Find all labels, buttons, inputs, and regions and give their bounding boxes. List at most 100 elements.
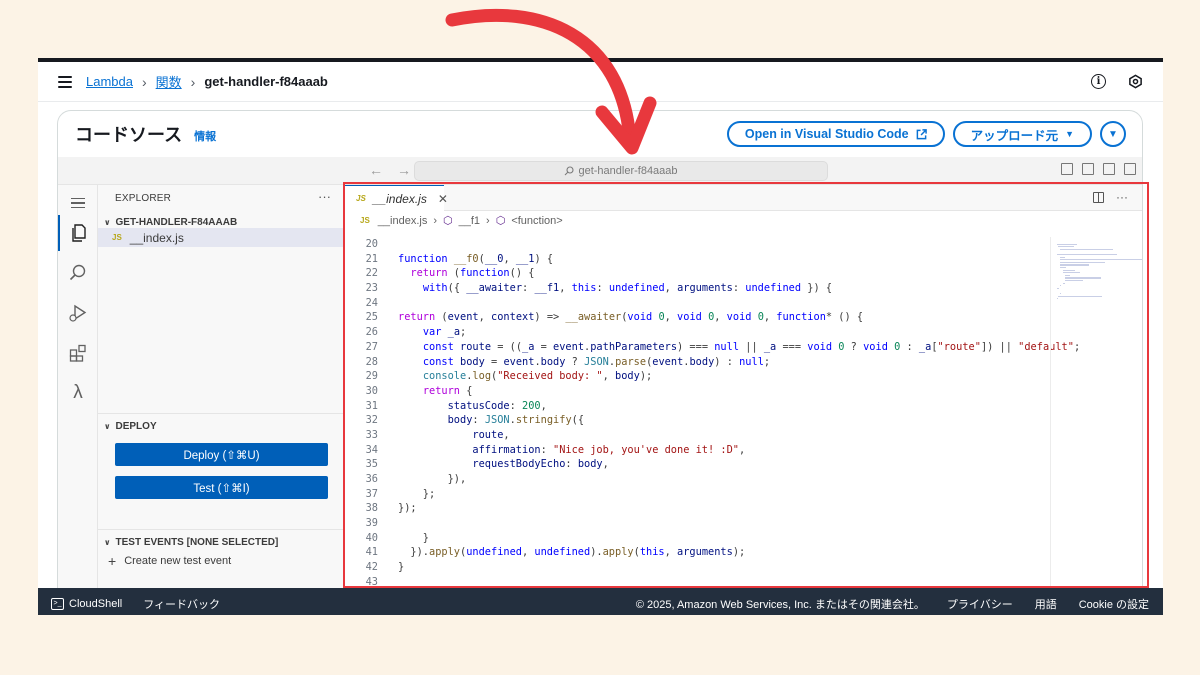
forward-arrow-icon[interactable]: → <box>397 162 411 178</box>
breadcrumb-functions[interactable]: 関数 <box>156 72 182 91</box>
file-item[interactable]: JS __index.js <box>98 228 343 247</box>
minimap-line <box>1058 295 1102 297</box>
chevron-down-icon: ∨ <box>104 422 111 431</box>
more-icon[interactable]: ··· <box>318 189 331 204</box>
minimap[interactable] <box>1050 237 1142 615</box>
back-arrow-icon[interactable]: ← <box>369 162 383 178</box>
breadcrumb-lambda[interactable]: Lambda <box>86 74 133 89</box>
minimap-line <box>1059 259 1142 261</box>
open-vscode-button[interactable]: Open in Visual Studio Code <box>726 121 945 147</box>
code-line[interactable]: 22 return (function() { <box>344 266 1050 281</box>
chevron-down-icon: ∨ <box>104 218 111 227</box>
terms-link[interactable]: 用語 <box>1035 596 1057 612</box>
command-center[interactable]: get-handler-f84aaab <box>414 161 828 181</box>
search-icon[interactable] <box>58 255 98 291</box>
code-line[interactable]: 39 <box>344 516 1050 531</box>
code-line[interactable]: 26 var _a; <box>344 325 1050 340</box>
minimap-line <box>1059 264 1090 266</box>
feedback-link[interactable]: フィードバック <box>143 596 220 612</box>
create-test-event[interactable]: + Create new test event <box>108 553 231 569</box>
search-icon <box>565 166 575 176</box>
code-line[interactable]: 23 with({ __awaiter: __f1, this: undefin… <box>344 281 1050 296</box>
more-actions-button[interactable]: ▼ <box>1100 121 1126 147</box>
open-vscode-label: Open in Visual Studio Code <box>744 127 909 141</box>
test-events-section[interactable]: ∨ TEST EVENTS [NONE SELECTED] <box>104 537 278 548</box>
code-line[interactable]: 20 <box>344 237 1050 252</box>
explorer-icon[interactable] <box>58 215 98 251</box>
line-number: 23 <box>365 282 378 295</box>
cloudshell-link[interactable]: CloudShell <box>69 598 122 610</box>
create-test-event-label: Create new test event <box>124 555 232 567</box>
code-line[interactable]: 32 body: JSON.stringify({ <box>344 413 1050 428</box>
line-number: 26 <box>365 326 378 339</box>
folder-name: GET-HANDLER-F84AAAB <box>115 217 238 228</box>
toggle-panel-icon[interactable] <box>1082 163 1094 175</box>
code-line[interactable]: 34 affirmation: "Nice job, you've done i… <box>344 443 1050 458</box>
code-line[interactable]: 41 }).apply(undefined, undefined).apply(… <box>344 545 1050 560</box>
code-line[interactable]: 28 const body = event.body ? JSON.parse(… <box>344 355 1050 370</box>
code-line[interactable]: 24 <box>344 296 1050 311</box>
minimap-line <box>1059 261 1105 263</box>
lambda-icon[interactable]: λ <box>58 375 98 411</box>
code-line[interactable]: 27 const route = ((_a = event.pathParame… <box>344 340 1081 355</box>
footer: >_ CloudShell フィードバック © 2025, Amazon Web… <box>38 588 1163 615</box>
top-nav: Lambda › 関数 › get-handler-f84aaab i <box>38 62 1163 102</box>
code-line[interactable]: 40 } <box>344 531 1050 546</box>
split-editor-icon[interactable] <box>1093 191 1104 203</box>
more-icon[interactable]: ··· <box>1116 190 1128 204</box>
code-line[interactable]: 25 return (event, context) => __awaiter(v… <box>344 310 1050 325</box>
code-line[interactable]: 21 function __f0(__0, __1) { <box>344 252 1050 267</box>
toggle-primary-sidebar-icon[interactable] <box>1061 163 1073 175</box>
code-line[interactable]: 35 requestBodyEcho: body, <box>344 457 1050 472</box>
code-area[interactable]: 20 21 function __f0(__0, __1) {22 return (… <box>344 237 1081 590</box>
info-link[interactable]: 情報 <box>194 128 216 144</box>
code-text: return { <box>422 384 473 397</box>
js-file-icon: JS <box>356 194 366 203</box>
code-line[interactable]: 38}); <box>344 501 1050 516</box>
info-icon[interactable]: i <box>1091 74 1106 89</box>
code-text: statusCode: 200, <box>447 399 547 412</box>
code-line[interactable]: 36 }), <box>344 472 1050 487</box>
deploy-section[interactable]: ∨ DEPLOY <box>104 421 157 432</box>
code-line[interactable]: 42} <box>344 560 1050 575</box>
code-line[interactable]: 30 return { <box>344 384 1050 399</box>
customize-layout-icon[interactable] <box>1124 163 1136 175</box>
editor-breadcrumb-function[interactable]: <function> <box>511 215 562 227</box>
editor-breadcrumb-file[interactable]: __index.js <box>378 215 428 227</box>
line-number: 32 <box>365 414 378 427</box>
line-number: 42 <box>365 561 378 574</box>
code-line[interactable]: 29 console.log("Received body: ", body); <box>344 369 1050 384</box>
editor-tab[interactable]: JS __index.js ✕ <box>344 185 448 211</box>
cloudshell-icon: >_ <box>51 597 64 610</box>
close-icon[interactable]: ✕ <box>438 192 448 206</box>
plus-icon: + <box>108 553 117 569</box>
settings-hex-icon[interactable] <box>1128 74 1143 89</box>
privacy-link[interactable]: プライバシー <box>947 596 1013 612</box>
upload-from-button[interactable]: アップロード元 ▼ <box>952 121 1092 147</box>
code-text: }).apply(undefined, undefined).apply(thi… <box>398 546 746 559</box>
line-number: 29 <box>365 370 378 383</box>
panel-title: コードソース <box>75 125 183 145</box>
editor-breadcrumb-symbol[interactable]: __f1 <box>459 215 480 227</box>
code-line[interactable]: 33 route, <box>344 428 1050 443</box>
code-line[interactable]: 37 }; <box>344 487 1050 502</box>
extensions-icon[interactable] <box>58 335 98 371</box>
code-text: body: JSON.stringify({ <box>447 414 585 427</box>
cookie-settings-link[interactable]: Cookie の設定 <box>1079 596 1149 612</box>
line-number: 40 <box>365 531 378 544</box>
code-text: return (function() { <box>410 267 535 280</box>
run-debug-icon[interactable] <box>58 295 98 331</box>
deploy-button[interactable]: Deploy (⇧⌘U) <box>115 443 328 466</box>
menu-icon[interactable] <box>58 75 72 88</box>
toggle-secondary-sidebar-icon[interactable] <box>1103 163 1115 175</box>
test-button[interactable]: Test (⇧⌘I) <box>115 476 328 499</box>
breadcrumb-current: get-handler-f84aaab <box>204 74 328 89</box>
ide-title-bar: ← → get-handler-f84aaab <box>58 157 1142 185</box>
code-text: } <box>398 531 429 544</box>
code-line[interactable]: 31 statusCode: 200, <box>344 399 1050 414</box>
ide: ← → get-handler-f84aaab λ EXPLORER ··· ∨… <box>58 157 1142 615</box>
browser-frame: Lambda › 関数 › get-handler-f84aaab i コードソ… <box>38 58 1163 615</box>
folder-section[interactable]: ∨ GET-HANDLER-F84AAAB <box>104 217 237 228</box>
minimap-line <box>1065 277 1101 279</box>
